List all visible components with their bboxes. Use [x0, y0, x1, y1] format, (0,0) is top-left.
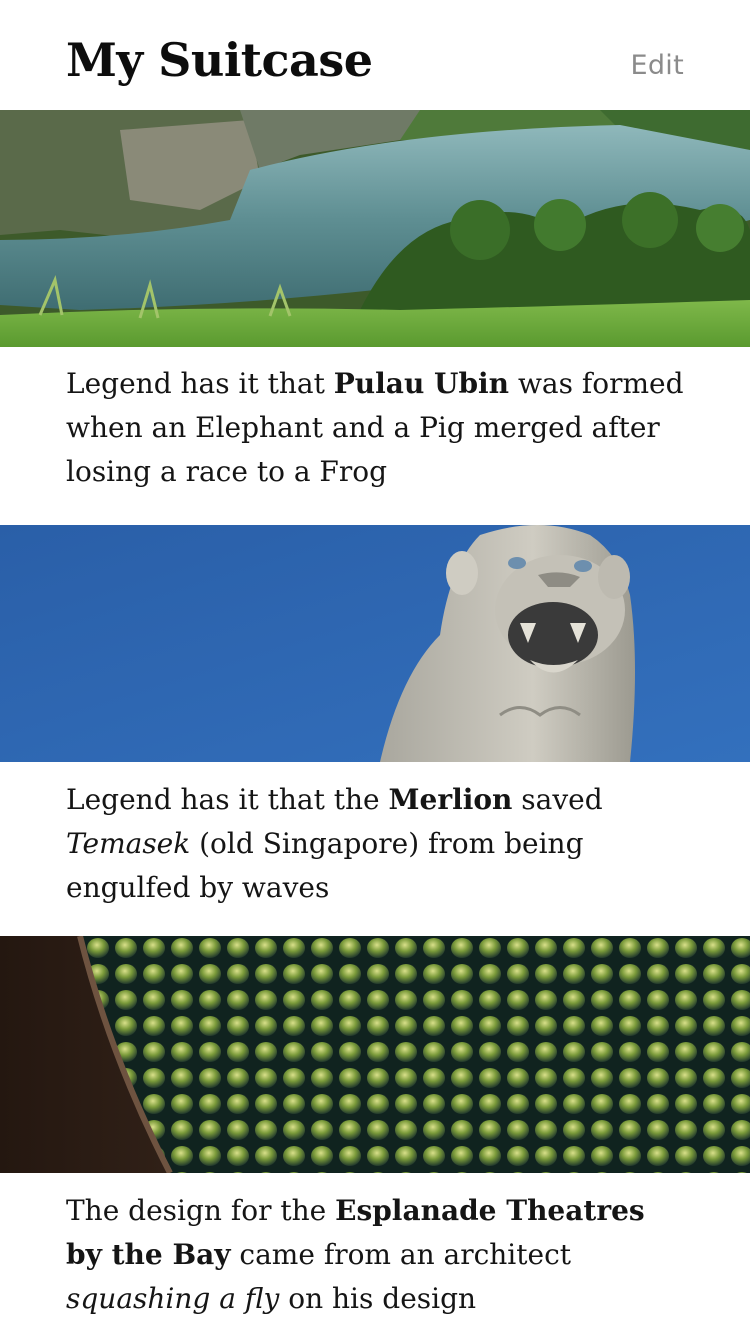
caption-bold: Merlion	[388, 783, 513, 816]
esplanade-dome-image[interactable]	[0, 936, 750, 1173]
card-caption: Legend has it that the Merlion saved Tem…	[66, 778, 686, 910]
lake-landscape-image[interactable]	[0, 110, 750, 347]
caption-text: The design for the	[66, 1194, 336, 1227]
caption-text: came from an architect	[230, 1238, 572, 1271]
caption-italic: squashing a fly	[66, 1282, 280, 1315]
card-caption: The design for the Esplanade Theatres by…	[66, 1189, 686, 1321]
caption-text: saved	[512, 783, 603, 816]
caption-bold: Pulau Ubin	[333, 367, 510, 400]
caption-italic: Temasek	[66, 827, 191, 860]
navigation-bar: My Suitcase Edit	[0, 0, 750, 110]
edit-button[interactable]: Edit	[631, 46, 685, 86]
caption-text: Legend has it that	[66, 367, 334, 400]
card-caption: Legend has it that Pulau Ubin was formed…	[66, 362, 686, 494]
page-title: My Suitcase	[66, 33, 373, 87]
merlion-statue-image[interactable]	[0, 525, 750, 762]
caption-text: on his design	[279, 1282, 477, 1315]
caption-text: Legend has it that the	[66, 783, 389, 816]
